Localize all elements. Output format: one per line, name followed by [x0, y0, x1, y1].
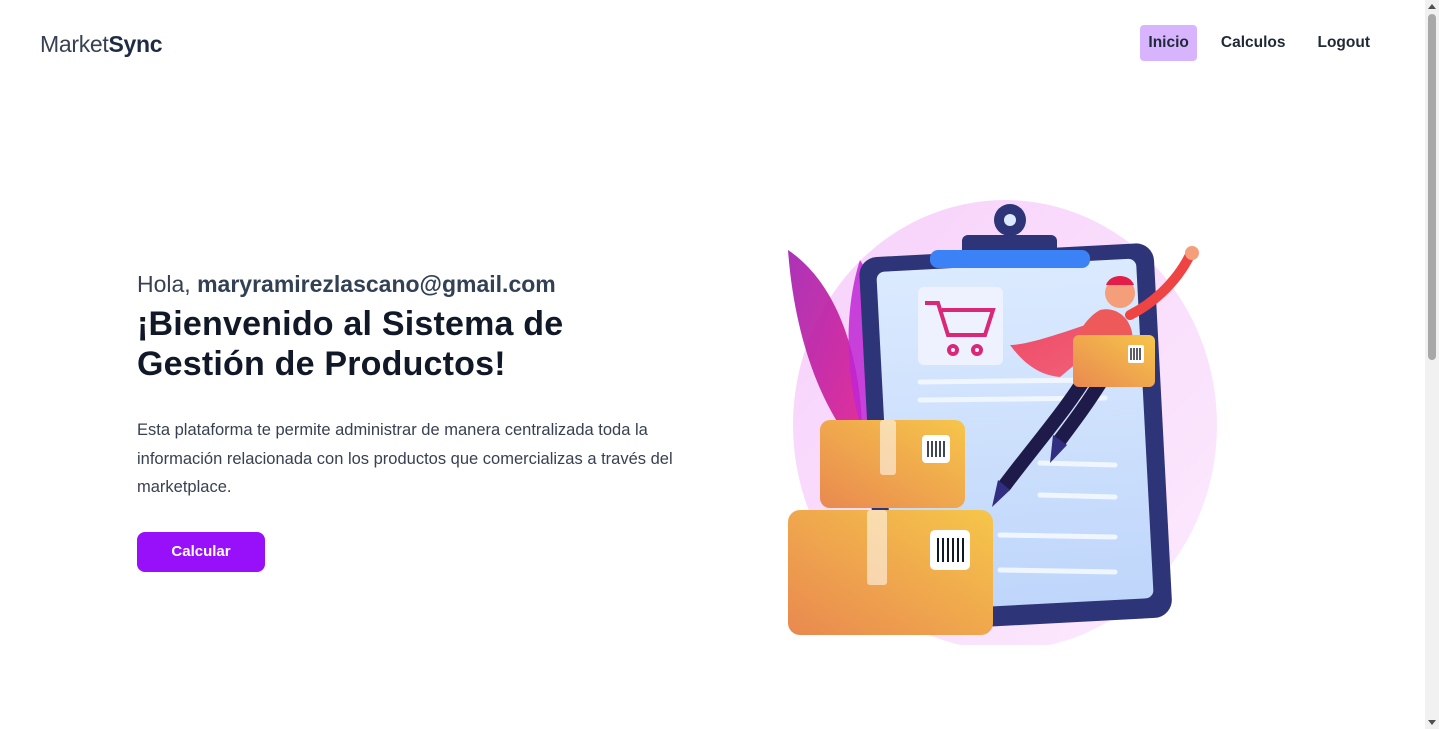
cart-card: [918, 287, 1003, 365]
calcular-button[interactable]: Calcular: [137, 531, 265, 572]
title-line-1: ¡Bienvenido al Sistema de: [137, 305, 564, 343]
clipboard-top-bar: [930, 250, 1090, 268]
illustration-svg: [788, 200, 1217, 650]
top-nav: Inicio Calculos Logout: [1124, 25, 1378, 61]
scrollbar-thumb[interactable]: [1428, 14, 1436, 360]
brand-logo[interactable]: MarketSync: [40, 31, 163, 58]
hero-description: Esta plataforma te permite administrar d…: [137, 421, 673, 496]
user-email: maryramirezlascano@gmail.com: [197, 271, 556, 297]
greeting-label: Hola,: [137, 271, 191, 297]
delivery-clipboard-illustration: [770, 195, 1230, 650]
brand-part-sync: Sync: [108, 31, 163, 57]
nav-item-calculos[interactable]: Calculos: [1213, 25, 1294, 61]
title-line-2: Gestión de Productos!: [137, 345, 506, 383]
nav-item-logout[interactable]: Logout: [1309, 25, 1378, 61]
hero-section: Hola, maryramirezlascano@gmail.com ¡Bien…: [137, 268, 717, 572]
nav-item-inicio[interactable]: Inicio: [1140, 25, 1197, 61]
box-bottom: [788, 510, 993, 635]
scroll-down-arrow-icon[interactable]: [1428, 720, 1436, 725]
page-title: ¡Bienvenido al Sistema de Gestión de Pro…: [137, 304, 717, 384]
brand-part-market: Market: [40, 31, 109, 57]
greeting: Hola, maryramirezlascano@gmail.com: [137, 268, 717, 300]
scroll-up-arrow-icon[interactable]: [1428, 4, 1436, 9]
page-scrollbar[interactable]: [1425, 0, 1439, 729]
